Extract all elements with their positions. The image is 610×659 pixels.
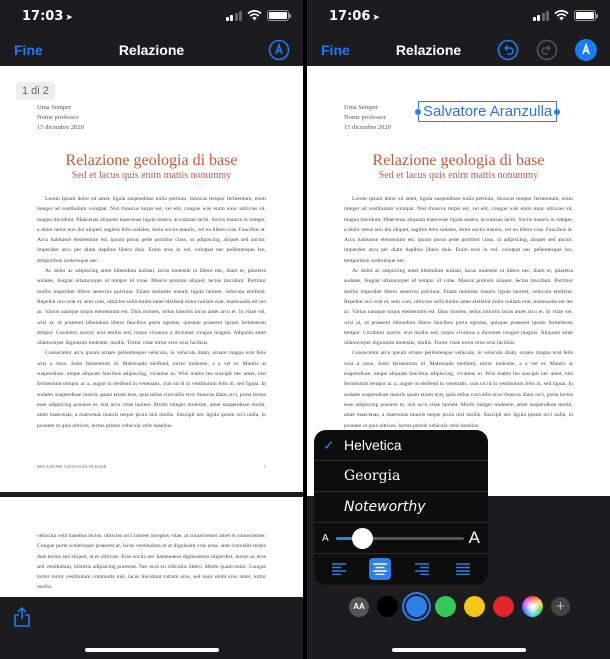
undo-button[interactable] [497, 39, 519, 61]
report-subtitle: Sed et lacus quis enim mattis nonummy [71, 170, 232, 181]
done-button[interactable]: Fine [14, 42, 43, 58]
right-screen: 17:06 ➤ Fine Relazione Uma Semper Nome pr… [307, 0, 610, 659]
undo-icon [497, 39, 519, 61]
home-indicator [391, 648, 526, 652]
redo-button[interactable] [536, 39, 558, 61]
slider-thumb[interactable] [351, 528, 373, 549]
share-button[interactable] [13, 607, 31, 627]
signature-text-box[interactable]: Salvatore Aranzulla [415, 101, 561, 122]
document-title: Relazione [118, 42, 185, 58]
status-time: 17:03 ➤ [22, 9, 73, 24]
cellular-signal-icon [532, 11, 549, 21]
meta-date: 15 dicembre 2020 [344, 124, 391, 131]
resize-handle-right[interactable] [554, 109, 561, 115]
meta-professor: Nome professor [344, 114, 386, 121]
status-time: 17:06 ➤ [329, 9, 380, 24]
align-left-icon [331, 563, 346, 575]
markup-button[interactable] [268, 39, 290, 61]
signature-text[interactable]: Salvatore Aranzulla [423, 103, 552, 120]
size-large-label: A [468, 528, 480, 547]
font-option-label: Helvetica [344, 437, 402, 453]
done-button[interactable]: Fine [321, 42, 350, 58]
location-arrow-icon: ➤ [372, 13, 380, 23]
document-page-1[interactable]: 1 di 2 Uma Semper Nome professor 15 dice… [0, 66, 303, 492]
align-right-icon [414, 563, 429, 575]
meta-author: Uma Semper [344, 104, 379, 111]
paragraph: Ac dolor ac adipiscing amet bibendum nul… [344, 268, 573, 347]
report-body: Lorem ipsum dolor sit amet, ligula suspe… [344, 194, 573, 431]
paragraph: Consectetur arcu ipsum ornare pellentesq… [344, 350, 573, 429]
align-justify-icon [456, 563, 471, 575]
align-center-icon [373, 563, 388, 575]
page-2-body: vehicula velit hasellus lectus, ultricie… [37, 533, 266, 591]
font-option-label: Noteworthy [344, 499, 426, 515]
markup-pen-icon [582, 42, 590, 55]
home-indicator [84, 648, 219, 652]
nav-bar: Fine Relazione [0, 34, 303, 66]
report-title: Relazione geologia di base [65, 152, 238, 169]
wifi-icon [554, 10, 569, 21]
text-style-button[interactable]: AA [349, 596, 369, 617]
color-green[interactable] [435, 596, 456, 617]
checkmark-icon: ✓ [323, 437, 335, 453]
align-center-button[interactable] [369, 558, 392, 580]
page-indicator: 1 di 2 [16, 82, 55, 100]
color-blue[interactable] [406, 596, 427, 617]
markup-pen-icon [268, 39, 290, 61]
plus-icon: + [556, 598, 565, 615]
meta-professor: Nome professor [37, 114, 79, 121]
meta-date: 15 dicembre 2020 [37, 124, 84, 131]
document-meta: Uma Semper Nome professor 15 dicembre 20… [37, 103, 84, 133]
align-right-button[interactable] [411, 558, 433, 580]
font-option-georgia[interactable]: Georgia [314, 461, 488, 492]
page-footer: RELAZIONE GEOLOGIA DI BASE 1 [37, 464, 266, 469]
align-left-button[interactable] [328, 558, 350, 580]
color-yellow[interactable] [464, 596, 485, 617]
alignment-options [314, 554, 488, 584]
status-bar: 17:06 ➤ [307, 0, 610, 34]
paragraph: Lorem ipsum dolor sit amet, ligula suspe… [37, 196, 266, 264]
resize-handle-left[interactable] [415, 109, 421, 115]
color-red[interactable] [493, 596, 514, 617]
wifi-icon [247, 10, 262, 21]
nav-bar: Fine Relazione [307, 34, 610, 66]
paragraph: Lorem ipsum dolor sit amet, ligula suspe… [344, 196, 573, 264]
footer-page-number: 1 [263, 464, 266, 469]
document-meta: Uma Semper Nome professor 15 dicembre 20… [344, 103, 391, 133]
font-option-noteworthy[interactable]: Noteworthy [314, 492, 488, 523]
paragraph: Ac dolor ac adipiscing amet bibendum nul… [37, 268, 266, 347]
bottom-toolbar [0, 597, 303, 659]
font-size-slider[interactable]: A A [314, 523, 488, 554]
left-screen: 17:03 ➤ Fine Relazione 1 di 2 Uma Semper … [0, 0, 303, 659]
font-menu: ✓ Helvetica Georgia Noteworthy A A [314, 430, 488, 585]
add-button[interactable]: + [551, 597, 570, 616]
markup-button[interactable] [575, 39, 597, 61]
align-justify-button[interactable] [452, 558, 474, 580]
report-body: Lorem ipsum dolor sit amet, ligula suspe… [37, 194, 266, 431]
font-option-helvetica[interactable]: ✓ Helvetica [314, 430, 488, 461]
color-black[interactable] [377, 596, 398, 617]
color-picker-button[interactable] [522, 596, 543, 617]
font-option-label: Georgia [344, 468, 401, 484]
markup-toolbar: AA + [307, 585, 610, 659]
location-arrow-icon: ➤ [65, 13, 73, 23]
report-title: Relazione geologia di base [372, 152, 545, 169]
report-subtitle: Sed et lacus quis enim mattis nonummy [378, 170, 539, 181]
meta-author: Uma Semper [37, 104, 72, 111]
status-bar: 17:03 ➤ [0, 0, 303, 34]
footer-title: RELAZIONE GEOLOGIA DI BASE [37, 464, 107, 469]
battery-icon [574, 10, 598, 21]
redo-icon [536, 39, 558, 61]
battery-icon [267, 10, 291, 21]
cellular-signal-icon [225, 11, 242, 21]
size-small-label: A [322, 533, 329, 544]
paragraph: Consectetur arcu ipsum ornare pellentesq… [37, 350, 266, 429]
